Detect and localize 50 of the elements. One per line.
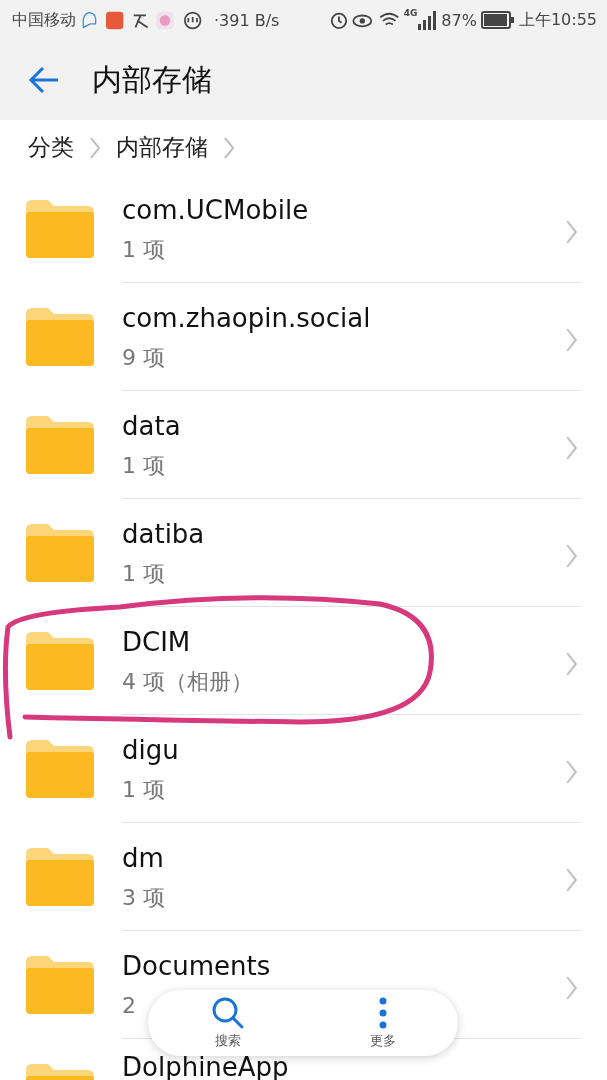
item-count: 3 项 [122,887,165,909]
chevron-icon [564,867,579,893]
item-count: 4 项（相册） [122,671,253,693]
network-speed: ·391 B/s [214,10,280,30]
folder-icon [26,956,94,1014]
folder-name[interactable]: datiba [122,521,205,547]
folder-icon [26,848,94,906]
item-count: 1 项 [122,779,165,801]
back-icon[interactable] [28,66,60,94]
item-count: 1 项 [122,239,165,261]
chevron-icon [564,975,579,1001]
folder-name[interactable]: com.UCMobile [122,197,309,223]
clock: 上午10:55 [518,9,597,31]
page-title: 内部存储 [92,60,212,99]
chevron-icon [564,759,579,785]
battery-percent: 87% [441,10,477,30]
folder-name[interactable]: digu [122,737,179,763]
folder-icon [26,740,94,798]
search-icon [210,996,245,1030]
chevron-icon [564,435,579,461]
folder-icon [26,524,94,582]
signal-icon [417,10,438,30]
status-icons-drawing [329,10,400,30]
folder-name[interactable]: dm [122,845,164,871]
folder-icon [26,200,94,258]
item-count: 1 项 [122,563,165,585]
folder-name[interactable]: com.zhaopin.social [122,305,371,331]
breadcrumb-item[interactable]: 内部存储 [116,132,208,163]
folder-icon [26,632,94,690]
breadcrumb-item[interactable]: 分类 [28,132,74,163]
search-button[interactable]: 搜索 [200,994,255,1052]
more-icon [377,996,388,1030]
folder-name[interactable]: DCIM [122,629,191,655]
item-count: 1 项 [122,455,165,477]
folder-icon [26,308,94,366]
item-count: 2 [122,995,136,1017]
chevron-icon [88,135,102,160]
item-count: 9 项 [122,347,165,369]
battery-icon [480,11,515,29]
chevron-icon [564,651,579,677]
chevron-icon [564,543,579,569]
chevron-icon [222,135,236,160]
network-type: 4G [403,8,418,18]
chevron-icon [564,327,579,353]
carrier-name: 中国移动 [12,9,76,31]
more-button[interactable]: 更多 [359,994,406,1052]
folder-name[interactable]: data [122,413,181,439]
folder-name[interactable]: Documents [122,953,271,979]
folder-icon [26,416,94,474]
chevron-icon [564,219,579,245]
